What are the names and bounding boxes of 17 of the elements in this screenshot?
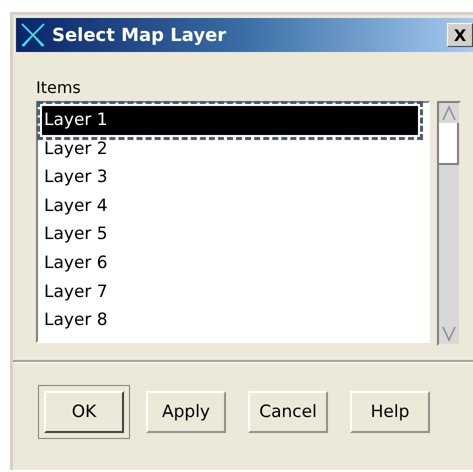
list-item[interactable]: Layer 2 — [42, 134, 424, 164]
list-item[interactable]: Layer 4 — [42, 192, 424, 220]
scroll-thumb[interactable] — [439, 123, 459, 165]
close-button[interactable]: X — [447, 23, 473, 47]
list-item[interactable]: Layer 8 — [42, 306, 424, 335]
list-item[interactable]: Layer 6 — [42, 248, 424, 278]
list-item[interactable]: Layer 3 — [42, 163, 424, 192]
dialog-button[interactable]: Apply — [146, 391, 226, 433]
scroll-bar[interactable] — [437, 101, 461, 346]
list-item[interactable]: Layer 1 — [42, 106, 418, 135]
dialog-button[interactable]: Cancel — [248, 391, 328, 433]
list-item[interactable]: Layer 7 — [42, 278, 424, 306]
list-item[interactable]: Layer 5 — [42, 220, 424, 249]
list-box[interactable]: Layer 1 Layer 2 Layer 3 Layer 4 Layer 5 Layer 6 Layer 7 Layer 8 — [36, 101, 430, 343]
list-label: Items — [36, 78, 82, 97]
window-title: Select Map Layer — [52, 24, 228, 46]
dialog-button[interactable]: Help — [350, 391, 430, 433]
